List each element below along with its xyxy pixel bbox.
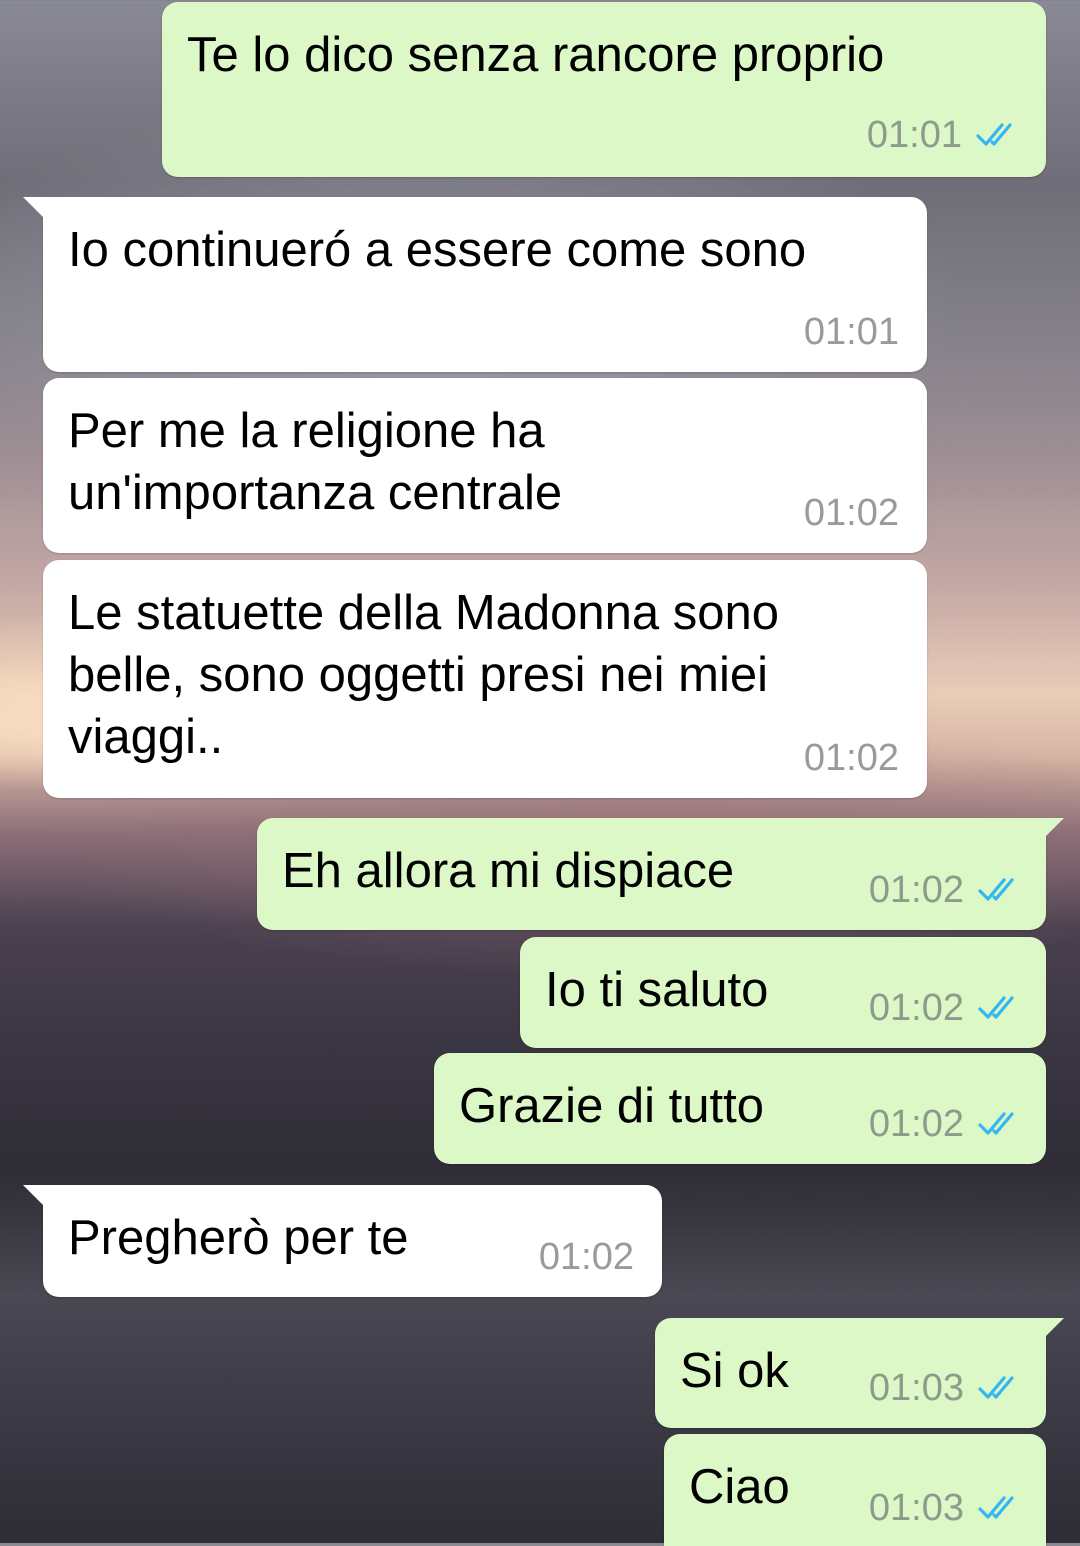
message-meta: 01:02: [869, 1104, 1022, 1144]
message-meta: 01:02: [539, 1237, 634, 1277]
message-bubble-outgoing[interactable]: Io ti saluto 01:02: [520, 937, 1046, 1048]
message-text: Grazie di tutto: [459, 1079, 765, 1133]
message-time: 01:03: [868, 1367, 964, 1409]
message-time: 01:02: [803, 737, 899, 779]
message-bubble-incoming[interactable]: Io continueró a essere come sono 01:01: [23, 197, 927, 372]
message-bubble-outgoing[interactable]: Eh allora mi dispiace 01:02: [257, 818, 1064, 930]
message-meta: 01:02: [869, 988, 1022, 1028]
double-check-icon: [978, 1496, 1014, 1519]
message-text: Ciao: [689, 1460, 790, 1514]
message-text: Per me la religione ha un'importanza cen…: [68, 404, 563, 520]
message-time: 01:02: [538, 1236, 634, 1278]
message-time: 01:02: [868, 987, 964, 1029]
message-time: 01:02: [868, 1103, 964, 1145]
message-bubble-outgoing[interactable]: Ciao 01:03: [664, 1434, 1046, 1546]
message-text: Pregherò per te: [68, 1211, 409, 1265]
message-bubble-incoming[interactable]: Pregherò per te 01:02: [23, 1185, 662, 1297]
message-bubble-incoming[interactable]: Le statuette della Madonna sono belle, s…: [43, 560, 927, 798]
message-text: Io ti saluto: [545, 963, 769, 1017]
message-meta: 01:01: [867, 115, 1020, 155]
message-meta: 01:02: [804, 738, 899, 778]
double-check-icon: [978, 878, 1014, 901]
message-text: Te lo dico senza rancore proprio: [187, 28, 885, 82]
message-bubble-incoming[interactable]: Per me la religione ha un'importanza cen…: [43, 378, 927, 553]
message-time: 01:01: [803, 311, 899, 353]
message-text: Eh allora mi dispiace: [282, 844, 735, 898]
double-check-icon: [978, 996, 1014, 1019]
message-meta: 01:02: [804, 493, 899, 533]
message-time: 01:02: [803, 492, 899, 534]
message-meta: 01:03: [869, 1488, 1022, 1528]
message-time: 01:03: [868, 1487, 964, 1529]
message-time: 01:02: [868, 869, 964, 911]
double-check-icon: [978, 1376, 1014, 1399]
message-meta: 01:03: [869, 1368, 1022, 1408]
message-text: Le statuette della Madonna sono belle, s…: [68, 586, 780, 764]
message-text: Si ok: [680, 1344, 789, 1398]
message-text: Io continueró a essere come sono: [68, 223, 807, 277]
message-bubble-outgoing[interactable]: Si ok 01:03: [655, 1318, 1064, 1428]
message-bubble-outgoing[interactable]: Grazie di tutto 01:02: [434, 1053, 1046, 1164]
double-check-icon: [978, 1112, 1014, 1135]
message-meta: 01:02: [869, 870, 1022, 910]
double-check-icon: [976, 123, 1012, 146]
message-meta: 01:01: [804, 312, 899, 352]
message-bubble-outgoing[interactable]: Te lo dico senza rancore proprio 01:01: [162, 2, 1046, 177]
message-time: 01:01: [866, 114, 962, 156]
